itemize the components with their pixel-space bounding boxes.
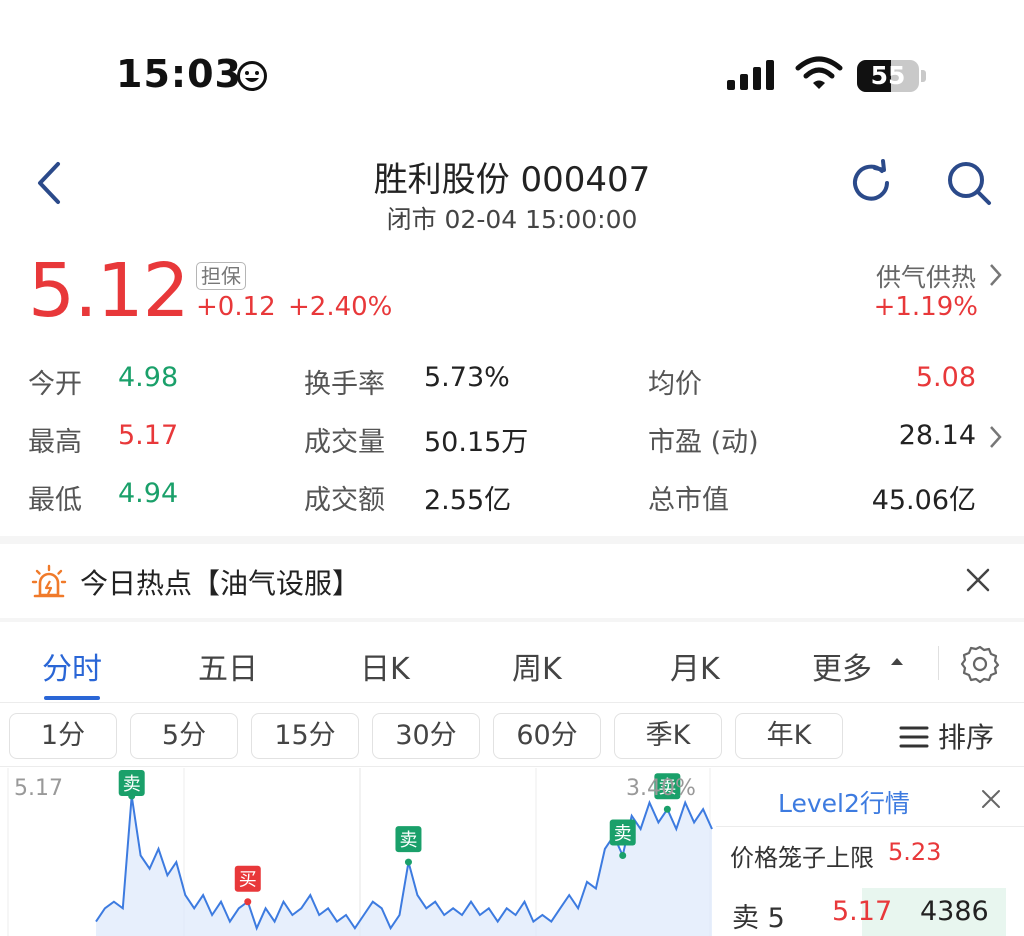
close-icon[interactable] <box>964 566 992 594</box>
margin-badge[interactable]: 担保 <box>196 262 246 290</box>
tabs-divider <box>0 702 1024 703</box>
pe-value[interactable]: 28.14 <box>899 420 976 451</box>
avg-label: 均价 <box>648 369 702 400</box>
ask5-volume: 4386 <box>920 896 989 927</box>
market-status: 闭市 02-04 15:00:00 <box>386 205 638 234</box>
gear-icon[interactable] <box>960 644 1000 684</box>
active-tab-indicator <box>44 696 100 700</box>
amount-label: 成交额 <box>304 485 385 516</box>
volume-label: 成交量 <box>304 427 385 458</box>
turnover-value: 5.73% <box>424 362 510 393</box>
price-change: +0.12 <box>196 292 276 322</box>
high-value: 5.17 <box>118 420 179 451</box>
trade-point <box>404 858 412 866</box>
cellular-signal-icon <box>727 60 774 90</box>
tab-more[interactable]: 更多 <box>812 644 872 688</box>
subtab-5min[interactable]: 5分 <box>130 713 238 759</box>
tab-monthly-k[interactable]: 月K <box>670 644 720 688</box>
subtab-quarter-k[interactable]: 季K <box>614 713 722 759</box>
pe-label[interactable]: 市盈 (动) <box>648 420 759 459</box>
battery-icon: 55 <box>857 60 919 92</box>
tab-intraday[interactable]: 分时 <box>42 644 102 688</box>
volume-value: 50.15万 <box>424 427 529 458</box>
price-change-pct: +2.40% <box>288 292 393 322</box>
alarm-light-icon <box>31 564 67 598</box>
trade-point <box>619 851 627 859</box>
low-label: 最低 <box>28 485 82 516</box>
turnover-label: 换手率 <box>304 369 385 400</box>
tab-weekly-k[interactable]: 周K <box>512 644 562 688</box>
tab-daily-k[interactable]: 日K <box>360 644 410 688</box>
mcap-value: 45.06亿 <box>871 485 976 516</box>
section-divider <box>0 536 1024 544</box>
chevron-right-icon[interactable] <box>988 262 1004 288</box>
smiley-icon <box>237 61 267 91</box>
hot-topic-text[interactable]: 今日热点【油气设服】 <box>80 562 360 602</box>
chart-pct-max: 3.40% <box>626 776 696 801</box>
level2-close-icon[interactable] <box>980 788 1002 810</box>
pe-chevron-icon[interactable] <box>988 424 1004 450</box>
search-icon[interactable] <box>944 158 994 208</box>
chart-y-max: 5.17 <box>14 776 63 801</box>
intraday-chart[interactable]: 卖买卖 卖卖 <box>0 768 714 936</box>
wifi-icon <box>795 56 843 89</box>
section-divider-2 <box>0 618 1024 622</box>
trade-point <box>663 805 671 813</box>
sector-name[interactable]: 供气供热 <box>876 258 976 294</box>
mcap-label: 总市值 <box>648 485 729 516</box>
level2-title[interactable]: Level2行情 <box>778 784 910 820</box>
price-cage-value: 5.23 <box>888 838 942 866</box>
trade-marker-label: 卖 <box>614 823 632 844</box>
level2-divider <box>716 826 1024 827</box>
avg-value: 5.08 <box>915 362 976 393</box>
sort-lines-icon[interactable] <box>899 725 929 749</box>
open-value: 4.98 <box>118 362 179 393</box>
open-label: 今开 <box>28 369 82 400</box>
battery-level: 55 <box>870 61 906 90</box>
trade-point <box>244 898 252 906</box>
trade-marker-label: 买 <box>239 870 257 891</box>
subtabs-divider <box>0 766 1024 767</box>
subtab-year-k[interactable]: 年K <box>735 713 843 759</box>
high-label: 最高 <box>28 427 82 458</box>
stock-title: 胜利股份 000407 <box>373 160 651 200</box>
subtab-60min[interactable]: 60分 <box>493 713 601 759</box>
amount-value: 2.55亿 <box>424 485 512 516</box>
subtab-1min[interactable]: 1分 <box>9 713 117 759</box>
ask5-price: 5.17 <box>832 896 893 927</box>
current-price: 5.12 <box>28 248 190 334</box>
battery-tip <box>921 70 926 82</box>
price-cage-label: 价格笼子上限 <box>730 844 874 872</box>
refresh-icon[interactable] <box>846 158 896 208</box>
sector-change-pct: +1.19% <box>873 292 978 322</box>
tab-five-day[interactable]: 五日 <box>198 644 258 688</box>
caret-up-icon[interactable] <box>890 656 904 666</box>
subtab-15min[interactable]: 15分 <box>251 713 359 759</box>
tab-divider <box>938 646 939 680</box>
sort-button[interactable]: 排序 <box>938 716 994 756</box>
ask5-label: 卖 5 <box>732 903 785 934</box>
status-time: 15:03 <box>116 52 242 96</box>
back-arrow-icon[interactable] <box>32 160 66 206</box>
subtab-30min[interactable]: 30分 <box>372 713 480 759</box>
trade-marker-label: 卖 <box>399 830 417 851</box>
trade-marker-label: 卖 <box>123 774 141 795</box>
low-value: 4.94 <box>118 478 179 509</box>
